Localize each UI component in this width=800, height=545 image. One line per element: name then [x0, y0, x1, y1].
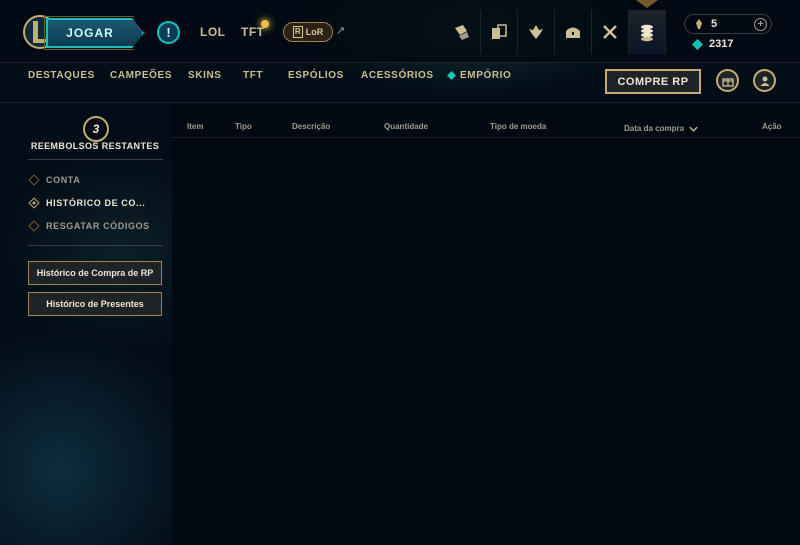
- play-button[interactable]: JOGAR: [46, 18, 144, 48]
- gift-button[interactable]: [716, 69, 739, 92]
- subnav-item-skins[interactable]: SKINS: [188, 70, 222, 81]
- top-bar: JOGAR ! LOL TFT R LoR ↗ 5 + 2317: [0, 0, 800, 63]
- column-header-tipo[interactable]: Tipo: [235, 122, 252, 131]
- sidebar-item-label: HISTÓRICO DE CO...: [46, 198, 146, 208]
- sidebar: 3 REEMBOLSOS RESTANTES CONTA HISTÓRICO D…: [0, 104, 170, 545]
- rp-purchase-history-button[interactable]: Histórico de Compra de RP: [28, 261, 162, 285]
- store-subnav: DESTAQUES CAMPEÕES SKINS TFT ESPÓLIOS AC…: [0, 63, 800, 103]
- diamond-icon: [28, 174, 40, 186]
- sidebar-divider: [28, 159, 163, 160]
- subnav-item-acessorios[interactable]: ACESSÓRIOS: [361, 70, 434, 81]
- column-header-descricao[interactable]: Descrição: [292, 122, 330, 131]
- sidebar-item-conta[interactable]: CONTA: [28, 174, 81, 186]
- main-nav-icons: [444, 10, 666, 54]
- add-rp-button[interactable]: +: [754, 18, 767, 31]
- table-header: Item Tipo Descrição Quantidade Tipo de m…: [172, 114, 800, 138]
- subnav-item-campeoes[interactable]: CAMPEÕES: [110, 70, 172, 81]
- column-header-tipo-de-moeda[interactable]: Tipo de moeda: [490, 122, 546, 131]
- loot-chest-icon[interactable]: [555, 10, 592, 54]
- tft-icon[interactable]: [518, 10, 555, 54]
- refunds-count-badge: 3: [83, 116, 109, 142]
- gift-history-button[interactable]: Histórico de Presentes: [28, 292, 162, 316]
- subnav-item-destaques[interactable]: DESTAQUES: [28, 70, 95, 81]
- external-link-icon: ↗: [336, 25, 346, 37]
- gift-icon: [721, 77, 734, 87]
- be-balance: 2317: [692, 38, 733, 50]
- tft-notification-dot: [261, 20, 269, 28]
- refunds-remaining-label: REEMBOLSOS RESTANTES: [30, 141, 160, 151]
- sidebar-item-label: RESGATAR CÓDIGOS: [46, 221, 150, 231]
- sidebar-item-resgatar[interactable]: RESGATAR CÓDIGOS: [28, 220, 150, 232]
- diamond-icon: [28, 197, 40, 209]
- lor-label: LoR: [305, 27, 324, 37]
- sidebar-item-historico[interactable]: HISTÓRICO DE CO...: [28, 197, 146, 209]
- game-link-tft[interactable]: TFT: [241, 25, 265, 39]
- chevron-down-icon: [689, 126, 698, 132]
- lor-mark-icon: R: [292, 26, 303, 38]
- active-tab-caret: [636, 0, 658, 10]
- alert-icon[interactable]: !: [157, 21, 180, 44]
- emporio-icon: [447, 71, 456, 80]
- subnav-item-espolios[interactable]: ESPÓLIOS: [288, 70, 344, 81]
- blue-essence-icon: [692, 38, 703, 50]
- collection-icon[interactable]: [481, 10, 518, 54]
- store-icon[interactable]: [629, 10, 666, 54]
- subnav-item-tft[interactable]: TFT: [243, 70, 263, 81]
- rp-balance: 5 +: [684, 14, 772, 34]
- column-header-acao[interactable]: Ação: [762, 122, 782, 131]
- diamond-icon: [28, 220, 40, 232]
- column-header-data-da-compra[interactable]: Data da compra: [624, 124, 698, 133]
- account-button[interactable]: [753, 69, 776, 92]
- account-icon: [760, 76, 769, 86]
- column-header-label: Data da compra: [624, 124, 685, 133]
- lor-button[interactable]: R LoR: [283, 22, 333, 42]
- be-amount: 2317: [709, 38, 734, 50]
- subnav-item-emporio[interactable]: EMPÓRIO: [447, 70, 511, 81]
- rp-amount: 5: [711, 18, 718, 30]
- clash-icon[interactable]: [592, 10, 629, 54]
- game-link-lol[interactable]: LOL: [200, 25, 226, 39]
- sidebar-divider: [28, 245, 163, 246]
- subnav-item-emporio-label: EMPÓRIO: [460, 70, 512, 81]
- column-header-quantidade[interactable]: Quantidade: [384, 122, 428, 131]
- purchase-history-table: Item Tipo Descrição Quantidade Tipo de m…: [172, 104, 800, 545]
- rp-icon: [696, 19, 702, 29]
- sidebar-item-label: CONTA: [46, 175, 81, 185]
- column-header-item[interactable]: Item: [187, 122, 203, 131]
- profile-cards-icon[interactable]: [444, 10, 481, 54]
- buy-rp-button[interactable]: COMPRE RP: [605, 69, 701, 94]
